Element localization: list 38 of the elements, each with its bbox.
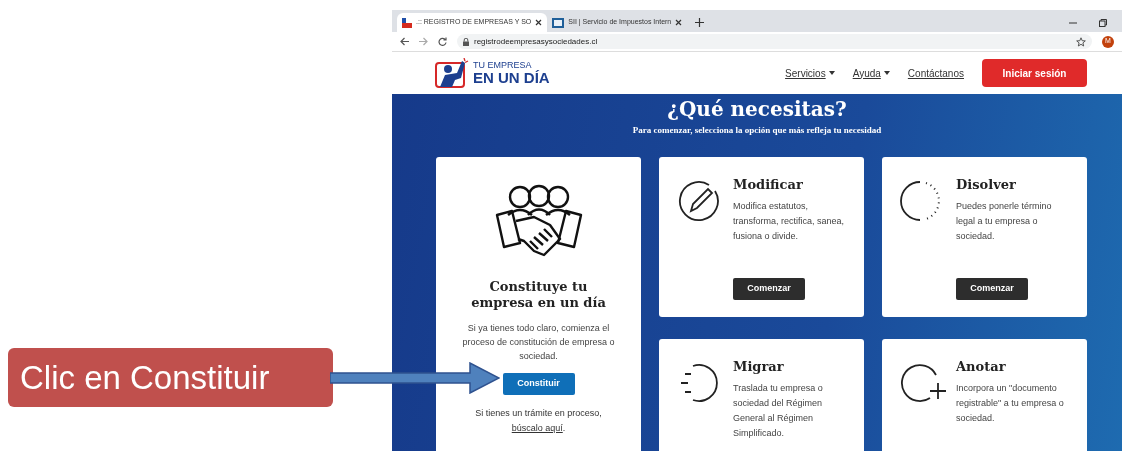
card-description: Traslada tu empresa o sociedad del Régimen General al Régimen Simplificado. — [733, 381, 824, 440]
card-description: Si ya tienes todo claro, comienza el proceso de constitución de empresa o sociedad. — [461, 321, 616, 363]
logo-text: EN UN DÍA — [473, 70, 550, 85]
nav-link[interactable]: Servicios — [785, 65, 835, 81]
card-description: Modifica estatutos, transforma, rectifica, sanea, fusiona o divide. — [733, 199, 846, 243]
close-icon[interactable] — [535, 19, 543, 26]
lock-icon — [463, 37, 469, 46]
sii-logo-icon — [552, 17, 565, 28]
reload-icon[interactable] — [438, 37, 447, 46]
callout-label: Clic en Constituir — [8, 348, 333, 407]
card-description: Puedes ponerle término legal a tu empresa o sociedad. — [956, 199, 1053, 243]
card-description: Incorpora un "documento registrable" a tu empresa o sociedad. — [956, 381, 1065, 425]
url-text: registrodeempresasysociedades.cl — [474, 35, 598, 48]
constituir-button[interactable]: Constituir — [502, 372, 575, 395]
new-tab-icon[interactable] — [695, 18, 705, 27]
restore-icon[interactable] — [1099, 19, 1107, 27]
start-button[interactable]: Comenzar — [956, 277, 1028, 300]
card-title: Disolver — [956, 176, 1017, 193]
back-arrow-icon[interactable] — [400, 37, 409, 46]
login-button[interactable]: Iniciar sesión — [982, 59, 1087, 87]
flag-icon — [402, 17, 412, 28]
nav-link[interactable]: Contáctanos — [907, 65, 964, 81]
card-title: Modificar — [733, 176, 804, 193]
nav-link[interactable]: Ayuda — [852, 65, 890, 81]
card-footer-text: Si tienes un trámite en proceso, búscalo aquí. — [474, 406, 603, 435]
close-icon[interactable] — [675, 19, 683, 26]
hero-title: ¿Qué necesitas? — [667, 97, 847, 121]
search-link[interactable]: búscalo aquí — [511, 422, 563, 433]
pencil-circle-icon — [677, 178, 721, 223]
card-title: Migrar — [733, 358, 785, 375]
card-title: Anotar — [956, 358, 1007, 375]
logo-text: TU EMPRESA — [473, 61, 533, 70]
card-title: Constituye tu empresa en un día — [470, 278, 607, 311]
star-icon[interactable] — [1076, 36, 1086, 47]
url-field[interactable]: registrodeempresasysociedades.cl — [457, 34, 1092, 49]
start-button[interactable]: Comenzar — [733, 277, 805, 300]
logo-person-icon — [435, 58, 469, 88]
hero-subtitle: Para comenzar, selecciona la opción que más refleja tu necesidad — [632, 124, 882, 137]
